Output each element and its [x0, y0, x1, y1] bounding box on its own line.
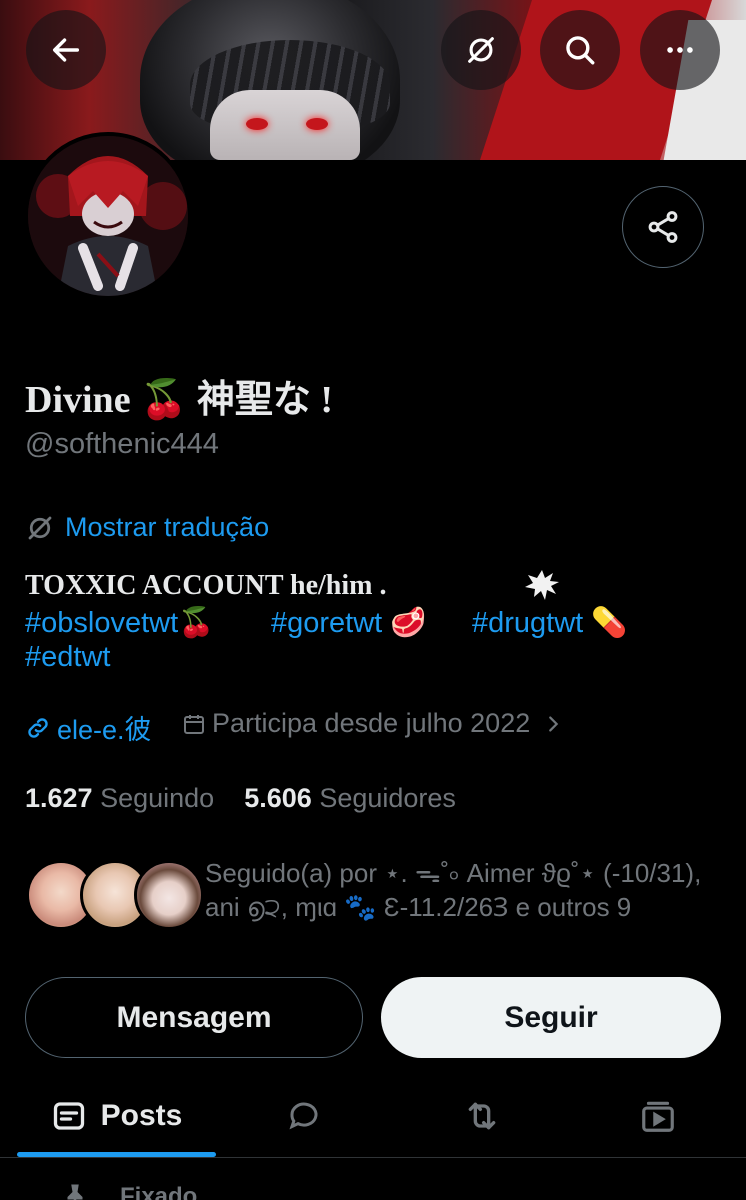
- share-icon: [648, 211, 678, 243]
- replies-icon: [289, 1102, 318, 1130]
- tab-reposts[interactable]: [432, 1076, 532, 1156]
- chevron-right-icon: [549, 715, 559, 732]
- avatar[interactable]: [24, 132, 192, 300]
- more-horizontal-icon: [667, 47, 693, 53]
- joined-date[interactable]: Participa desde julho 2022: [182, 708, 564, 739]
- back-button[interactable]: [26, 10, 106, 90]
- speech-burst-icon: [525, 570, 559, 600]
- more-options-button[interactable]: [640, 10, 720, 90]
- media-icon: [642, 1101, 674, 1132]
- search-icon: [566, 36, 595, 65]
- share-button[interactable]: [622, 186, 704, 268]
- repost-icon: [468, 1102, 496, 1130]
- tab-media[interactable]: [608, 1076, 708, 1156]
- following-link[interactable]: 1.627 Seguindo: [25, 783, 214, 813]
- translate-off-icon: [28, 516, 52, 539]
- translate-toggle-button[interactable]: [441, 10, 521, 90]
- hashtag-edtwt[interactable]: #edtwt: [25, 641, 110, 674]
- followers-label: Seguidores: [319, 783, 456, 813]
- follow-stats: 1.627 Seguindo 5.606 Seguidores: [25, 783, 456, 814]
- following-count: 1.627: [25, 783, 93, 813]
- translate-off-icon: [468, 37, 494, 63]
- pin-icon: [67, 1184, 83, 1200]
- show-translation-link[interactable]: Mostrar tradução: [25, 512, 269, 543]
- calendar-icon: [184, 714, 204, 734]
- pinned-label: Fixado: [120, 1183, 198, 1200]
- followers-count: 5.606: [244, 783, 312, 813]
- posts-icon: [53, 1102, 84, 1130]
- hashtag-obslovetwt[interactable]: #obslovetwt🍒: [25, 606, 214, 640]
- joined-date-text: Participa desde julho 2022: [212, 708, 531, 738]
- display-name: Divine 🍒 神聖な !: [25, 379, 334, 421]
- followed-by-text[interactable]: Seguido(a) por ⋆. ᯓ˚৹ Aimer ϑϱ˚⋆ (-10/31…: [205, 856, 725, 924]
- pinned-indicator: Fixado: [60, 1182, 197, 1200]
- avatar: [134, 860, 204, 930]
- hashtag-goretwt[interactable]: #goretwt 🥩: [271, 606, 426, 640]
- tab-replies[interactable]: [254, 1076, 354, 1156]
- hashtag-drugtwt[interactable]: #drugtwt 💊: [472, 606, 627, 640]
- following-label: Seguindo: [100, 783, 215, 813]
- tabs-divider: [0, 1157, 746, 1158]
- message-button[interactable]: Mensagem: [25, 977, 363, 1058]
- arrow-left-icon: [52, 38, 80, 62]
- profile-link[interactable]: ele-e.彼: [25, 708, 152, 747]
- profile-tabs: Posts: [0, 1076, 746, 1158]
- profile-handle: @softhenic444: [25, 428, 219, 460]
- mutual-followers-avatars[interactable]: [26, 860, 204, 932]
- follow-button[interactable]: Seguir: [381, 977, 721, 1058]
- followers-link[interactable]: 5.606 Seguidores: [244, 783, 456, 813]
- show-translation-label: Mostrar tradução: [65, 512, 270, 542]
- profile-link-text: ele-e.彼: [57, 715, 152, 745]
- tab-posts[interactable]: Posts: [17, 1076, 216, 1156]
- bio-text: TOXXIC ACCOUNT he/him .: [25, 570, 387, 601]
- search-button[interactable]: [540, 10, 620, 90]
- tab-posts-label: Posts: [100, 1099, 183, 1132]
- link-icon: [28, 717, 48, 738]
